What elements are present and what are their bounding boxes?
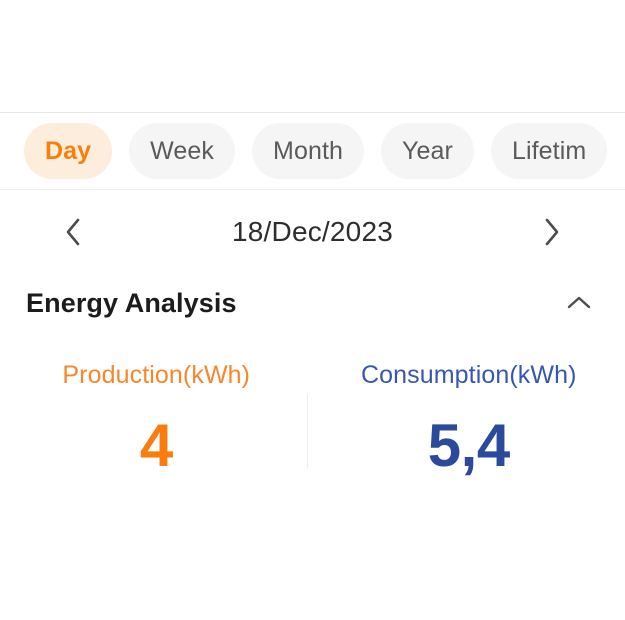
chevron-right-icon <box>539 215 565 249</box>
tab-lifetime[interactable]: Lifetim <box>490 123 608 179</box>
tab-week-label: Week <box>150 136 215 165</box>
active-tab-indicator <box>175 112 222 113</box>
metric-production: Production(kWh) 4 <box>0 358 313 479</box>
metric-consumption: Consumption(kWh) 5,4 <box>313 358 625 479</box>
chevron-left-icon <box>60 215 86 249</box>
metrics-divider <box>307 394 308 468</box>
previous-date-button[interactable] <box>56 215 90 249</box>
tab-lifetime-label: Lifetim <box>511 136 587 165</box>
collapse-section-button[interactable] <box>559 283 599 323</box>
chevron-up-icon <box>563 291 595 315</box>
tab-list: Day Week Month Year Lifetim <box>0 113 625 189</box>
energy-analysis-header[interactable]: Energy Analysis <box>0 274 625 332</box>
page-title: Energy Analysis <box>26 287 237 318</box>
production-value: 4 <box>139 411 173 479</box>
tab-month-label: Month <box>273 136 344 165</box>
consumption-label: Consumption(kWh) <box>360 361 577 389</box>
top-blank-area <box>0 0 625 112</box>
tab-month[interactable]: Month <box>252 123 365 179</box>
tab-day-label: Day <box>45 136 92 165</box>
period-tab-bar: Day Week Month Year Lifetim <box>0 112 625 190</box>
date-navigation: 18/Dec/2023 <box>0 190 625 274</box>
current-date-label: 18/Dec/2023 <box>232 216 393 247</box>
tab-year[interactable]: Year <box>381 123 474 179</box>
tab-day[interactable]: Day <box>24 123 113 179</box>
tab-year-label: Year <box>402 136 453 165</box>
next-date-button[interactable] <box>535 215 569 249</box>
consumption-value: 5,4 <box>427 411 510 479</box>
production-label: Production(kWh) <box>62 361 251 389</box>
tab-week[interactable]: Week <box>129 123 236 179</box>
energy-metrics: Production(kWh) 4 Consumption(kWh) 5,4 <box>0 358 625 479</box>
